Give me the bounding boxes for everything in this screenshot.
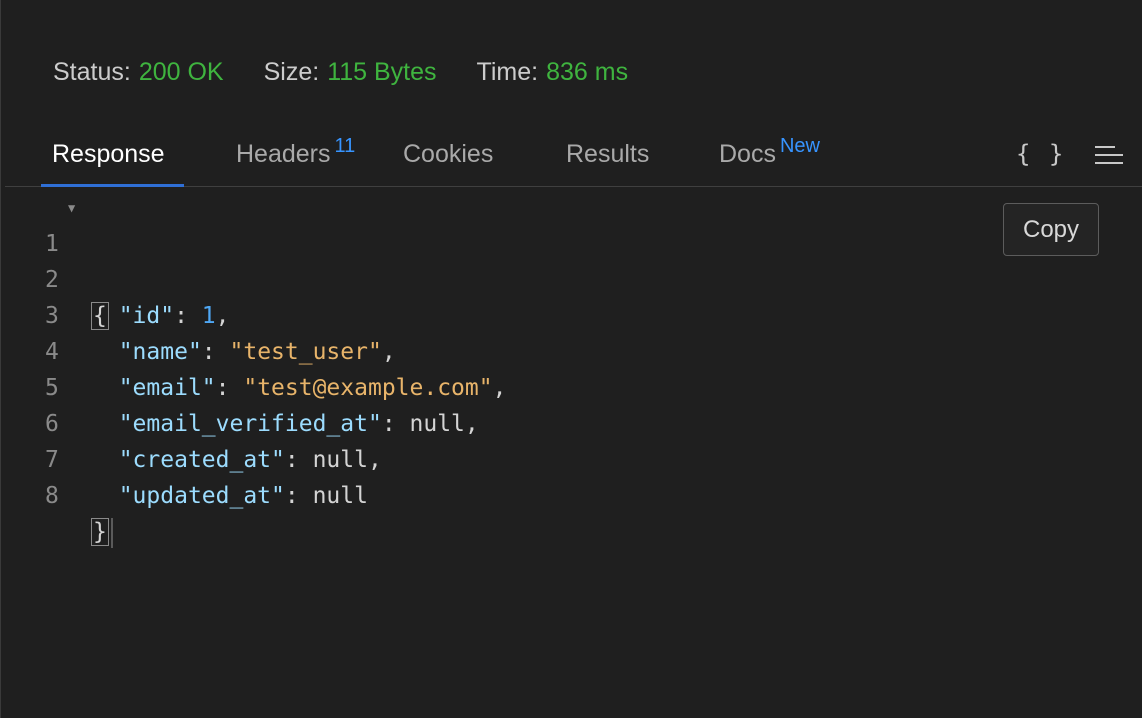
tab-headers[interactable]: Headers 11: [236, 135, 355, 169]
size-label: Size:: [263, 58, 320, 86]
code-line: 8 }: [1, 442, 1142, 548]
headers-count-badge: 11: [334, 135, 356, 157]
json-key: "updated_at": [118, 483, 285, 509]
status-bar: Status: 200 OK Size: 115 Bytes Time: 836…: [53, 58, 668, 87]
code-line: 7 "updated_at": null: [1, 406, 1142, 509]
copy-button[interactable]: Copy: [1003, 203, 1099, 256]
tab-bar: Response Headers 11 Cookies Results Docs N…: [5, 132, 1142, 187]
time-value: 836 ms: [546, 58, 629, 86]
tab-headers-label: Headers: [236, 140, 331, 168]
response-panel: Status: 200 OK Size: 115 Bytes Time: 836…: [0, 0, 1142, 718]
time-group: Time: 836 ms: [477, 58, 629, 87]
time-label: Time:: [476, 58, 539, 86]
active-tab-indicator: [41, 184, 184, 187]
code-line: 2 "id": 1,: [1, 226, 1142, 329]
tab-results-label: Results: [566, 140, 650, 168]
tab-response[interactable]: Response: [52, 140, 165, 169]
braces-icon[interactable]: { }: [1016, 140, 1065, 168]
code-line: 3 "name": "test_user",: [1, 262, 1142, 365]
tab-response-label: Response: [52, 140, 165, 168]
code-line: 1 ▼ {: [1, 190, 1142, 330]
json-value: null: [312, 483, 368, 509]
status-group: Status: 200 OK: [53, 58, 224, 87]
tab-cookies[interactable]: Cookies: [403, 140, 493, 169]
size-group: Size: 115 Bytes: [264, 58, 437, 87]
line-number: 8: [45, 483, 59, 509]
json-viewer: 1 ▼ { 2 "id": 1, 3 "name": "test_user", …: [1, 190, 1142, 548]
close-brace: }: [91, 518, 109, 546]
code-line: 4 "email": "test@example.com",: [1, 298, 1142, 401]
tab-results[interactable]: Results: [566, 140, 649, 169]
status-value: 200 OK: [138, 58, 224, 86]
code-line: 5 "email_verified_at": null,: [1, 334, 1142, 437]
tab-docs-label: Docs: [719, 140, 776, 168]
fold-arrow-icon[interactable]: ▼: [68, 190, 75, 226]
tab-cookies-label: Cookies: [403, 140, 494, 168]
size-value: 115 Bytes: [327, 58, 437, 86]
status-label: Status:: [53, 58, 131, 86]
menu-icon[interactable]: [1095, 146, 1123, 166]
text-cursor: [110, 517, 113, 548]
code-line: 6 "created_at": null,: [1, 370, 1142, 473]
docs-new-badge: New: [779, 135, 820, 157]
tab-docs[interactable]: Docs New: [719, 135, 820, 169]
